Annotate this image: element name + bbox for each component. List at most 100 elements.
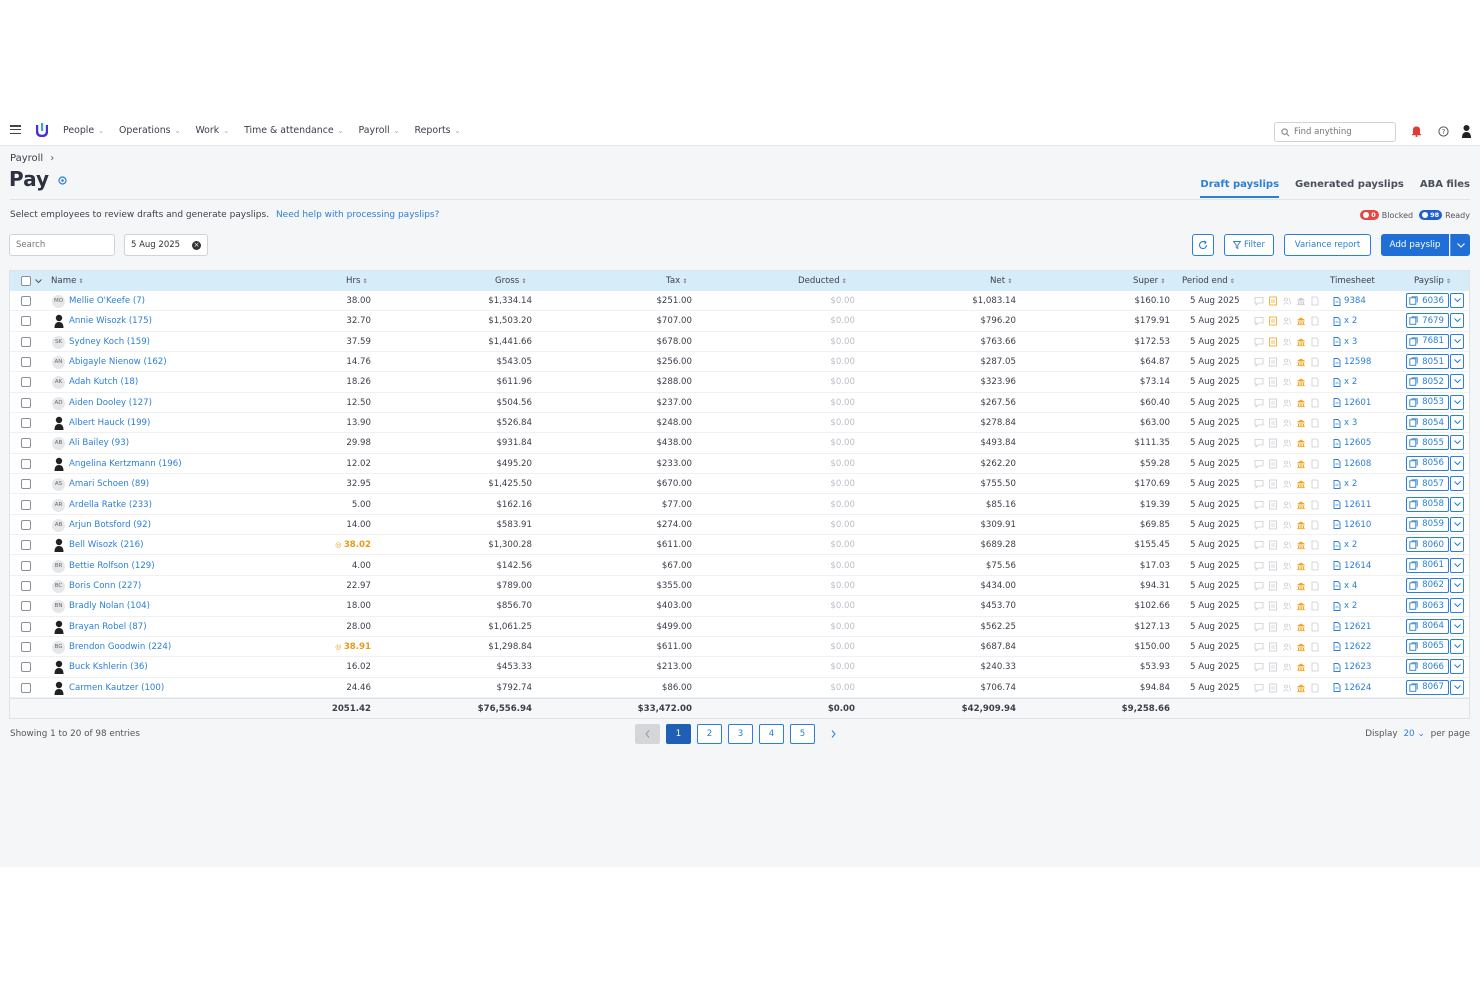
employee-name-link[interactable]: Bell Wisozk (216) xyxy=(69,535,143,555)
select-menu-chevron-icon[interactable] xyxy=(35,279,42,284)
employee-name-link[interactable]: Ali Bailey (93) xyxy=(69,433,129,453)
col-super[interactable]: Super ⇕ xyxy=(1133,271,1165,291)
employee-name-link[interactable]: Annie Wisozk (175) xyxy=(69,311,152,331)
tab-aba-files[interactable]: ABA files xyxy=(1420,179,1470,198)
row-checkbox[interactable] xyxy=(21,641,31,652)
tab-draft-payslips[interactable]: Draft payslips xyxy=(1200,179,1280,198)
timesheet-link[interactable]: 12621 xyxy=(1333,617,1371,637)
timesheet-link[interactable]: 12610 xyxy=(1333,515,1371,535)
timesheet-link[interactable]: 12608 xyxy=(1333,454,1371,474)
people-icon[interactable] xyxy=(1282,520,1292,530)
employee-name-link[interactable]: Boris Conn (227) xyxy=(69,576,141,596)
comment-icon[interactable] xyxy=(1254,296,1264,306)
note-icon[interactable] xyxy=(1268,337,1278,347)
payslip-menu-button[interactable] xyxy=(1450,313,1464,329)
note-icon[interactable] xyxy=(1268,601,1278,611)
bank-icon[interactable] xyxy=(1296,622,1306,632)
row-checkbox[interactable] xyxy=(21,377,31,388)
row-checkbox[interactable] xyxy=(21,621,31,632)
payslip-menu-button[interactable] xyxy=(1450,293,1464,308)
payslip-menu-button[interactable] xyxy=(1450,354,1464,370)
row-checkbox[interactable] xyxy=(21,357,31,368)
col-deducted[interactable]: Deducted ⇕ xyxy=(798,271,847,291)
row-checkbox[interactable] xyxy=(21,336,31,347)
people-icon[interactable] xyxy=(1282,540,1292,550)
row-checkbox[interactable] xyxy=(21,601,31,612)
comment-icon[interactable] xyxy=(1254,622,1264,632)
note-icon[interactable] xyxy=(1268,561,1278,571)
document-icon[interactable] xyxy=(1310,683,1320,693)
row-checkbox[interactable] xyxy=(21,540,31,551)
payslip-menu-button[interactable] xyxy=(1450,455,1464,471)
comment-icon[interactable] xyxy=(1254,418,1264,429)
table-row[interactable]: Buck Kshlerin (36) 16.02 $453.33 $213.00 $0.… xyxy=(10,657,1469,678)
timesheet-link[interactable]: x 3 xyxy=(1333,332,1357,352)
employee-name-link[interactable]: Mellie O'Keefe (7) xyxy=(69,291,145,311)
table-row[interactable]: AR Ardella Ratke (233) 5.00 $162.16 $77.00 $0… xyxy=(10,495,1469,515)
table-row[interactable]: BG Brendon Goodwin (224) ◎ 38.91 $1,298.84 $… xyxy=(10,637,1469,658)
comment-icon[interactable] xyxy=(1254,337,1264,347)
table-row[interactable]: Albert Hauck (199) 13.90 $526.84 $248.00 $0.… xyxy=(10,413,1469,434)
people-icon[interactable] xyxy=(1282,438,1292,448)
employee-name-link[interactable]: Amari Schoen (89) xyxy=(69,474,149,494)
table-row[interactable]: AD Aiden Dooley (127) 12.50 $504.56 $237.00 $… xyxy=(10,393,1469,414)
document-icon[interactable] xyxy=(1310,520,1320,530)
comment-icon[interactable] xyxy=(1254,520,1264,530)
document-icon[interactable] xyxy=(1310,581,1320,591)
col-period-end[interactable]: Period end ⇕ xyxy=(1182,271,1235,291)
payslip-menu-button[interactable] xyxy=(1450,557,1464,573)
bank-icon[interactable] xyxy=(1296,540,1306,550)
employee-name-link[interactable]: Bettie Rolfson (129) xyxy=(69,556,155,576)
bank-icon[interactable] xyxy=(1296,459,1306,469)
table-row[interactable]: Bell Wisozk (216) ◎ 38.02 $1,300.28 $611.00… xyxy=(10,535,1469,556)
note-icon[interactable] xyxy=(1268,662,1278,672)
row-checkbox[interactable] xyxy=(21,418,31,429)
employee-name-link[interactable]: Angelina Kertzmann (196) xyxy=(69,454,182,474)
col-name[interactable]: Name ⇕ xyxy=(51,271,83,291)
col-tax[interactable]: Tax ⇕ xyxy=(666,271,687,291)
people-icon[interactable] xyxy=(1282,459,1292,469)
payslip-menu-button[interactable] xyxy=(1450,415,1464,431)
app-logo[interactable] xyxy=(36,123,48,137)
nav-item-reports[interactable]: Reports ⌄ xyxy=(415,125,461,136)
comment-icon[interactable] xyxy=(1254,316,1264,327)
document-icon[interactable] xyxy=(1310,540,1320,550)
payslip-menu-button[interactable] xyxy=(1450,394,1464,410)
people-icon[interactable] xyxy=(1282,662,1292,672)
people-icon[interactable] xyxy=(1282,357,1292,367)
people-icon[interactable] xyxy=(1282,622,1292,632)
comment-icon[interactable] xyxy=(1254,398,1264,408)
bank-icon[interactable] xyxy=(1296,479,1306,489)
row-checkbox[interactable] xyxy=(21,682,31,693)
note-icon[interactable] xyxy=(1268,622,1278,632)
bank-icon[interactable] xyxy=(1296,398,1306,408)
comment-icon[interactable] xyxy=(1254,540,1264,551)
col-gross[interactable]: Gross ⇕ xyxy=(495,271,526,291)
employee-name-link[interactable]: Bradly Nolan (104) xyxy=(69,596,150,616)
table-row[interactable]: Annie Wisozk (175) 32.70 $1,503.20 $707.00 $… xyxy=(10,311,1469,332)
page-button-4[interactable]: 4 xyxy=(759,724,784,744)
settings-icon[interactable] xyxy=(58,176,67,185)
clear-date-icon[interactable]: × xyxy=(192,240,201,250)
row-checkbox[interactable] xyxy=(21,458,31,469)
payslip-menu-button[interactable] xyxy=(1450,476,1464,492)
timesheet-link[interactable]: x 4 xyxy=(1333,576,1357,596)
comment-icon[interactable] xyxy=(1254,662,1264,673)
nav-item-operations[interactable]: Operations ⌄ xyxy=(119,125,180,136)
document-icon[interactable] xyxy=(1310,601,1320,611)
payslip-menu-button[interactable] xyxy=(1450,374,1464,390)
document-icon[interactable] xyxy=(1310,296,1320,306)
people-icon[interactable] xyxy=(1282,581,1292,591)
document-icon[interactable] xyxy=(1310,316,1320,326)
table-row[interactable]: AS Amari Schoen (89) 32.95 $1,425.50 $670.00… xyxy=(10,474,1469,495)
page-button-5[interactable]: 5 xyxy=(790,724,815,744)
timesheet-link[interactable]: 12605 xyxy=(1333,433,1371,453)
comment-icon[interactable] xyxy=(1254,642,1264,652)
document-icon[interactable] xyxy=(1310,357,1320,367)
payslip-button[interactable]: 8063 xyxy=(1406,598,1449,614)
note-icon[interactable] xyxy=(1268,316,1278,326)
employee-name-link[interactable]: Brendon Goodwin (224) xyxy=(69,637,171,657)
document-icon[interactable] xyxy=(1310,622,1320,632)
payslip-button[interactable]: 8055 xyxy=(1406,435,1449,451)
timesheet-link[interactable]: x 2 xyxy=(1333,311,1357,331)
